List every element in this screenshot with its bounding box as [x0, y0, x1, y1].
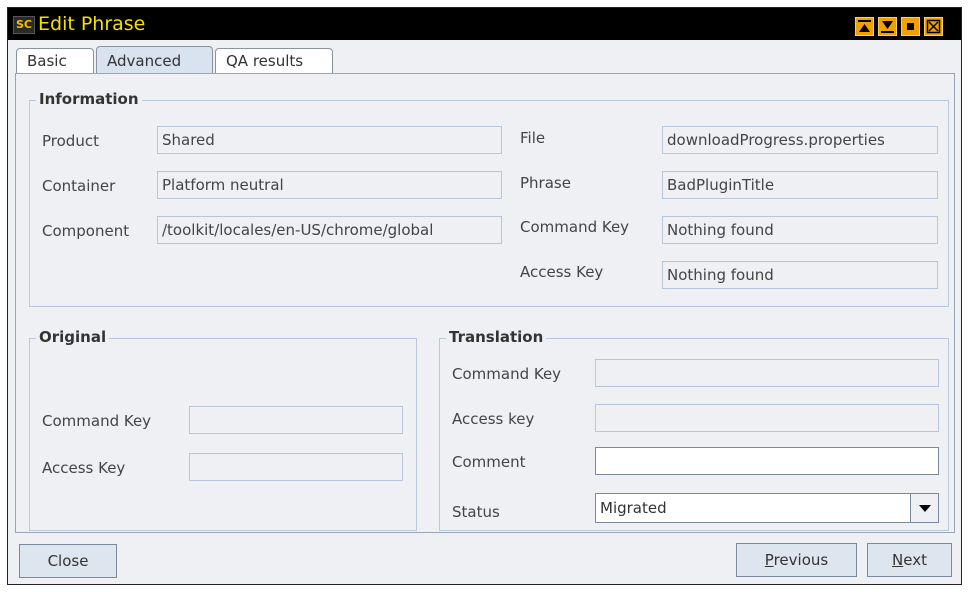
- close-button[interactable]: Close: [19, 544, 117, 578]
- container-field: Platform neutral: [157, 171, 502, 199]
- product-label: Product: [42, 132, 99, 150]
- info-command-key-field: Nothing found: [662, 216, 938, 244]
- phrase-label: Phrase: [520, 174, 571, 192]
- original-group: Original Command Key Access Key: [29, 328, 417, 531]
- close-icon[interactable]: [924, 17, 943, 36]
- status-select[interactable]: Migrated: [595, 493, 939, 523]
- edit-phrase-window: SC Edit Phrase Basic Advanced QA results…: [7, 7, 962, 585]
- original-command-key-field: [189, 406, 403, 434]
- translation-command-key-field: [595, 359, 939, 387]
- title-bar[interactable]: SC Edit Phrase: [8, 8, 961, 40]
- previous-mnemonic: P: [764, 551, 774, 569]
- tab-qa-results[interactable]: QA results: [215, 48, 333, 74]
- comment-label: Comment: [452, 453, 526, 471]
- component-label: Component: [42, 222, 130, 240]
- info-access-key-field: Nothing found: [662, 261, 938, 289]
- tab-basic[interactable]: Basic: [16, 48, 94, 74]
- info-access-key-label: Access Key: [520, 263, 604, 281]
- chevron-down-icon[interactable]: [910, 494, 938, 522]
- restore-icon[interactable]: [901, 17, 920, 36]
- phrase-field: BadPluginTitle: [662, 171, 938, 199]
- translation-title: Translation: [446, 328, 547, 346]
- info-command-key-label: Command Key: [520, 218, 630, 236]
- next-label-rest: ext: [903, 551, 927, 569]
- window-title: Edit Phrase: [38, 13, 146, 35]
- component-field: /toolkit/locales/en-US/chrome/global: [157, 216, 502, 244]
- minimize-icon[interactable]: [855, 17, 874, 36]
- translation-group: Translation Command Key Access key Comme…: [439, 328, 949, 531]
- advanced-panel: Information Product Shared Container Pla…: [15, 73, 955, 533]
- tab-advanced[interactable]: Advanced: [96, 46, 213, 74]
- previous-button[interactable]: Previous: [736, 543, 857, 577]
- original-command-key-label: Command Key: [42, 412, 152, 430]
- status-label: Status: [452, 503, 500, 521]
- maximize-icon[interactable]: [878, 17, 897, 36]
- next-mnemonic: N: [892, 551, 904, 569]
- container-label: Container: [42, 177, 116, 195]
- original-title: Original: [36, 328, 110, 346]
- original-access-key-label: Access Key: [42, 459, 126, 477]
- information-group: Information Product Shared Container Pla…: [29, 90, 949, 307]
- original-access-key-field: [189, 453, 403, 481]
- translation-command-key-label: Command Key: [452, 365, 562, 383]
- translation-access-key-field: [595, 404, 939, 432]
- comment-input[interactable]: [595, 447, 939, 475]
- previous-label-rest: revious: [773, 551, 829, 569]
- information-title: Information: [36, 90, 142, 108]
- close-button-label: Close: [47, 552, 89, 570]
- file-field: downloadProgress.properties: [662, 126, 938, 154]
- product-field: Shared: [157, 126, 502, 154]
- translation-access-key-label: Access key: [452, 410, 535, 428]
- next-button[interactable]: Next: [867, 543, 952, 577]
- file-label: File: [520, 129, 546, 147]
- status-value: Migrated: [600, 499, 667, 517]
- sc-logo-icon: SC: [13, 16, 35, 34]
